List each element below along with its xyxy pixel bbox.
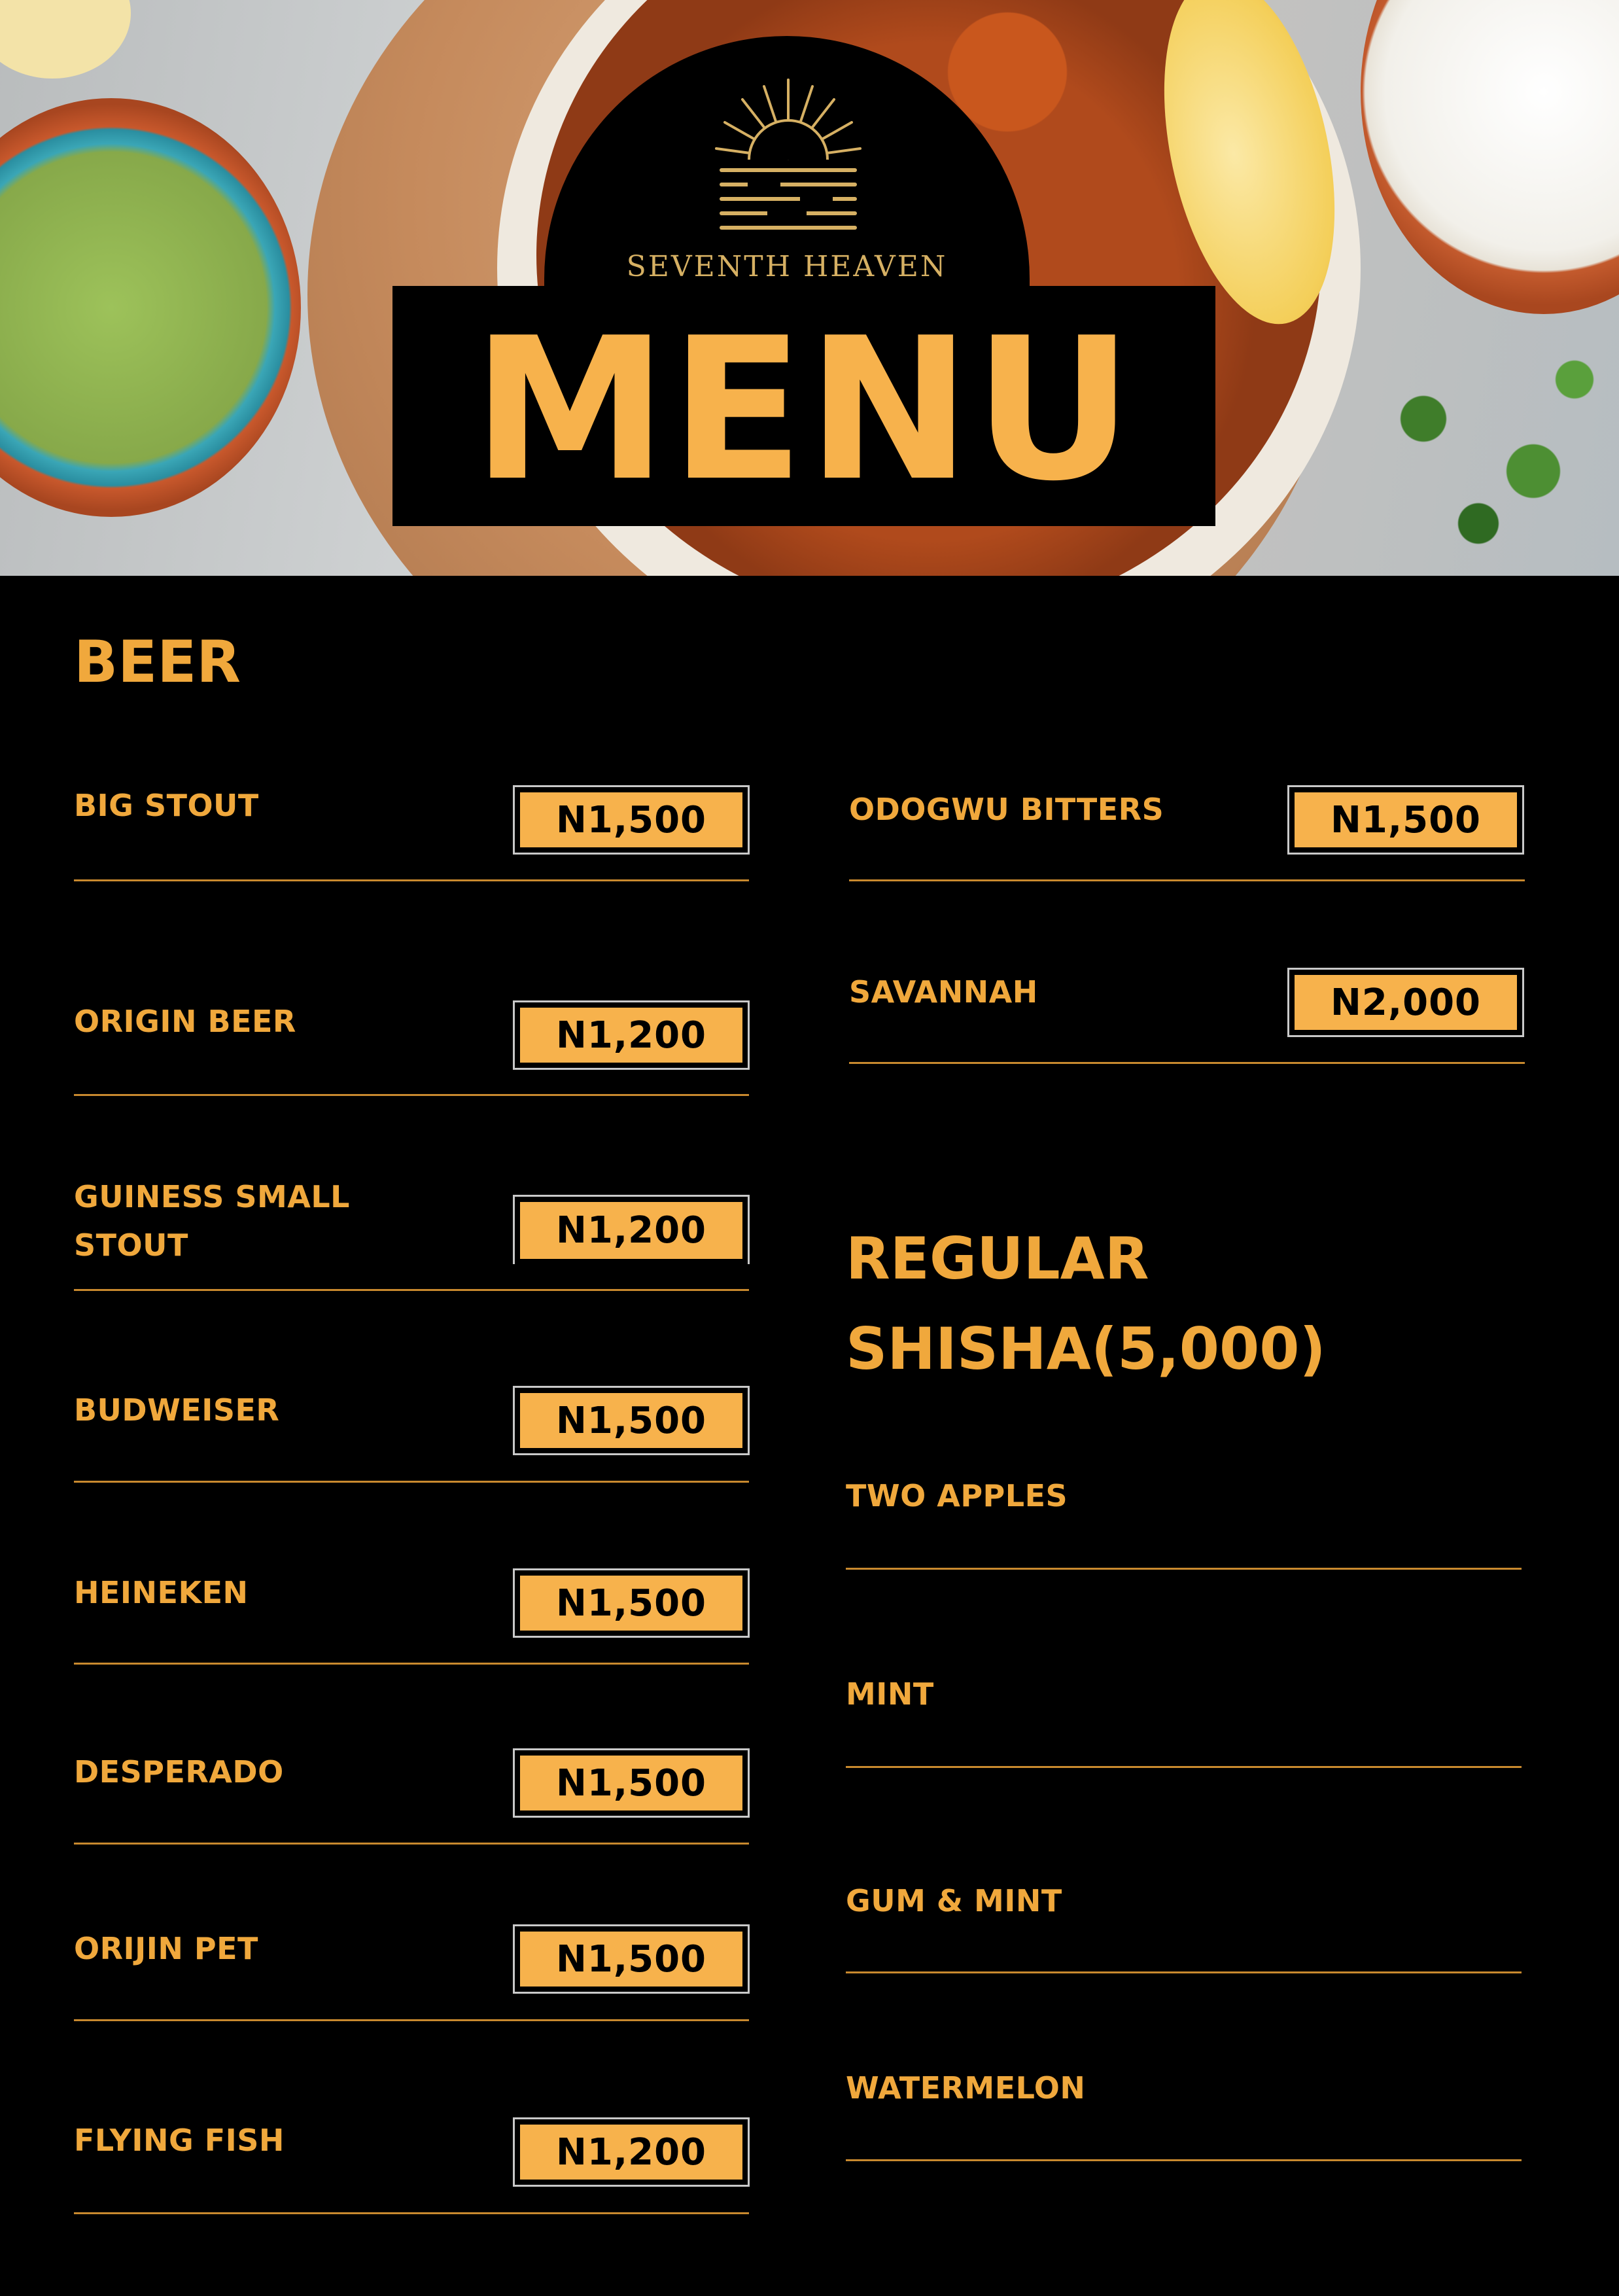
menu-item-name: BUDWEISER [74, 1392, 280, 1428]
section-heading-beer: BEER [74, 628, 241, 696]
price-badge: N1,200 [513, 1000, 750, 1070]
price-value: N1,500 [520, 1393, 742, 1448]
item-divider [846, 2159, 1522, 2161]
menu-item-name: GUM & MINT [846, 1883, 1062, 1918]
item-divider [74, 879, 749, 881]
item-divider [74, 1843, 749, 1845]
price-badge: N1,500 [513, 1748, 750, 1818]
price-badge: N1,200 [513, 2117, 750, 2187]
lemon-slice [0, 0, 131, 79]
herb-leaves [1341, 314, 1616, 576]
price-value: N2,000 [1295, 975, 1517, 1030]
menu-item-name: MINT [846, 1676, 934, 1712]
price-badge: N1,200 [513, 1195, 750, 1264]
menu-item-name: ODOGWU BITTERS [849, 792, 1164, 827]
menu-item-name: WATERMELON [846, 2070, 1086, 2106]
dip-bowl [1361, 0, 1619, 314]
price-badge: N1,500 [513, 1568, 750, 1638]
item-divider [74, 1289, 749, 1291]
price-badge: N1,500 [513, 1924, 750, 1994]
price-value: N1,500 [1295, 792, 1517, 847]
item-divider [849, 1062, 1525, 1064]
item-divider [74, 1481, 749, 1483]
price-value: N1,200 [520, 1008, 742, 1063]
menu-item-name: TWO APPLES [846, 1478, 1068, 1513]
menu-item-name: HEINEKEN [74, 1575, 249, 1610]
price-badge: N2,000 [1287, 968, 1524, 1037]
item-divider [74, 1663, 749, 1665]
menu-item-name: SAVANNAH [849, 974, 1038, 1010]
menu-item-name: DESPERADO [74, 1754, 284, 1790]
menu-item-name: ORIGIN BEER [74, 1004, 296, 1039]
menu-item-name: ORIJIN PET [74, 1931, 258, 1966]
item-divider [846, 1568, 1522, 1570]
sunset-logo-icon [715, 79, 862, 230]
price-value: N1,200 [520, 1202, 742, 1259]
guacamole-bowl [0, 98, 301, 517]
price-badge: N1,500 [513, 785, 750, 855]
price-badge: N1,500 [513, 1386, 750, 1455]
price-badge: N1,500 [1287, 785, 1524, 855]
menu-item-name: BIG STOUT [74, 788, 259, 823]
item-divider [74, 1094, 749, 1096]
menu-title: MENU [472, 295, 1136, 524]
item-divider [849, 879, 1525, 881]
item-divider [846, 1766, 1522, 1768]
item-divider [74, 2212, 749, 2214]
brand-name: SEVENTH HEAVEN [626, 250, 948, 283]
price-value: N1,500 [520, 1756, 742, 1810]
menu-item-name: GUINESS SMALL STOUT [74, 1179, 350, 1263]
menu-item-name: FLYING FISH [74, 2123, 285, 2158]
item-divider [74, 2019, 749, 2021]
price-value: N1,500 [520, 1932, 742, 1987]
price-value: N1,500 [520, 792, 742, 847]
price-value: N1,200 [520, 2125, 742, 2180]
section-heading-shisha: REGULAR SHISHA(5,000) [846, 1225, 1326, 1383]
item-divider [846, 1971, 1522, 1973]
price-value: N1,500 [520, 1576, 742, 1631]
